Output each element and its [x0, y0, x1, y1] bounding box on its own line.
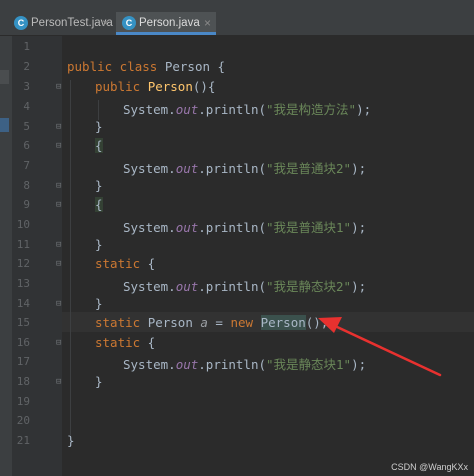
code-line-9: { [95, 197, 103, 212]
line-number: 19 [16, 395, 30, 408]
line-number: 3 [23, 80, 30, 93]
fold-end-icon[interactable]: ⊟ [56, 123, 64, 132]
code-line-7: System.out.println("我是普通块2"); [123, 161, 367, 176]
line-number: 15 [16, 316, 30, 329]
editor-tab-bar: C PersonTest.java × C Person.java × [0, 0, 474, 36]
code-line-5: } [95, 119, 103, 134]
code-line-3: public Person(){ [95, 79, 216, 94]
indent-guide [70, 80, 71, 435]
line-number: 5 [23, 120, 30, 133]
java-class-icon: C [122, 16, 136, 30]
code-line-12: static { [95, 256, 156, 271]
fold-end-icon[interactable]: ⊟ [56, 182, 64, 191]
line-number: 12 [16, 257, 30, 270]
line-number: 10 [16, 218, 30, 231]
code-line-21: } [67, 433, 75, 448]
close-icon[interactable]: × [102, 12, 109, 35]
indent-guide [98, 100, 99, 120]
line-number: 7 [23, 159, 30, 172]
code-line-13: System.out.println("我是静态块2"); [123, 279, 367, 294]
tool-window-marker[interactable] [0, 70, 9, 84]
tab-person[interactable]: C Person.java × [116, 12, 216, 35]
line-number: 21 [16, 434, 30, 447]
tool-window-marker[interactable] [0, 118, 9, 132]
fold-toggle-icon[interactable]: ⊟ [56, 339, 64, 348]
line-number: 17 [16, 355, 30, 368]
code-line-6: { [95, 138, 103, 153]
java-class-icon: C [14, 16, 28, 30]
code-line-4: System.out.println("我是构造方法"); [123, 102, 372, 117]
fold-toggle-icon[interactable]: ⊟ [56, 260, 64, 269]
line-number: 11 [16, 238, 30, 251]
line-number: 18 [16, 375, 30, 388]
fold-end-icon[interactable]: ⊟ [56, 378, 64, 387]
line-number: 1 [23, 40, 30, 53]
code-line-16: static { [95, 335, 156, 350]
line-number: 9 [23, 198, 30, 211]
code-line-8: } [95, 178, 103, 193]
line-number: 16 [16, 336, 30, 349]
line-number: 2 [23, 60, 30, 73]
code-line-15: static Person a = new Person(); [95, 315, 329, 330]
line-number: 4 [23, 100, 30, 113]
tab-label: PersonTest.java [31, 17, 113, 29]
code-line-14: } [95, 296, 103, 311]
code-line-11: } [95, 237, 103, 252]
code-line-10: System.out.println("我是普通块1"); [123, 220, 367, 235]
line-number: 14 [16, 297, 30, 310]
left-tool-strip [0, 36, 12, 476]
code-line-18: } [95, 374, 103, 389]
fold-toggle-icon[interactable]: ⊟ [56, 83, 64, 92]
code-line-17: System.out.println("我是静态块1"); [123, 357, 367, 372]
fold-end-icon[interactable]: ⊟ [56, 300, 64, 309]
fold-end-icon[interactable]: ⊟ [56, 241, 64, 250]
watermark: CSDN @WangKXx [391, 462, 468, 472]
close-icon[interactable]: × [204, 12, 211, 35]
tab-persontest[interactable]: C PersonTest.java × [14, 12, 114, 35]
fold-toggle-icon[interactable]: ⊟ [56, 142, 64, 151]
line-number: 8 [23, 179, 30, 192]
fold-toggle-icon[interactable]: ⊟ [56, 201, 64, 210]
line-number: 6 [23, 139, 30, 152]
line-number: 20 [16, 414, 30, 427]
code-line-2: public class Person { [67, 59, 226, 74]
line-number: 13 [16, 277, 30, 290]
tab-label: Person.java [139, 17, 200, 29]
